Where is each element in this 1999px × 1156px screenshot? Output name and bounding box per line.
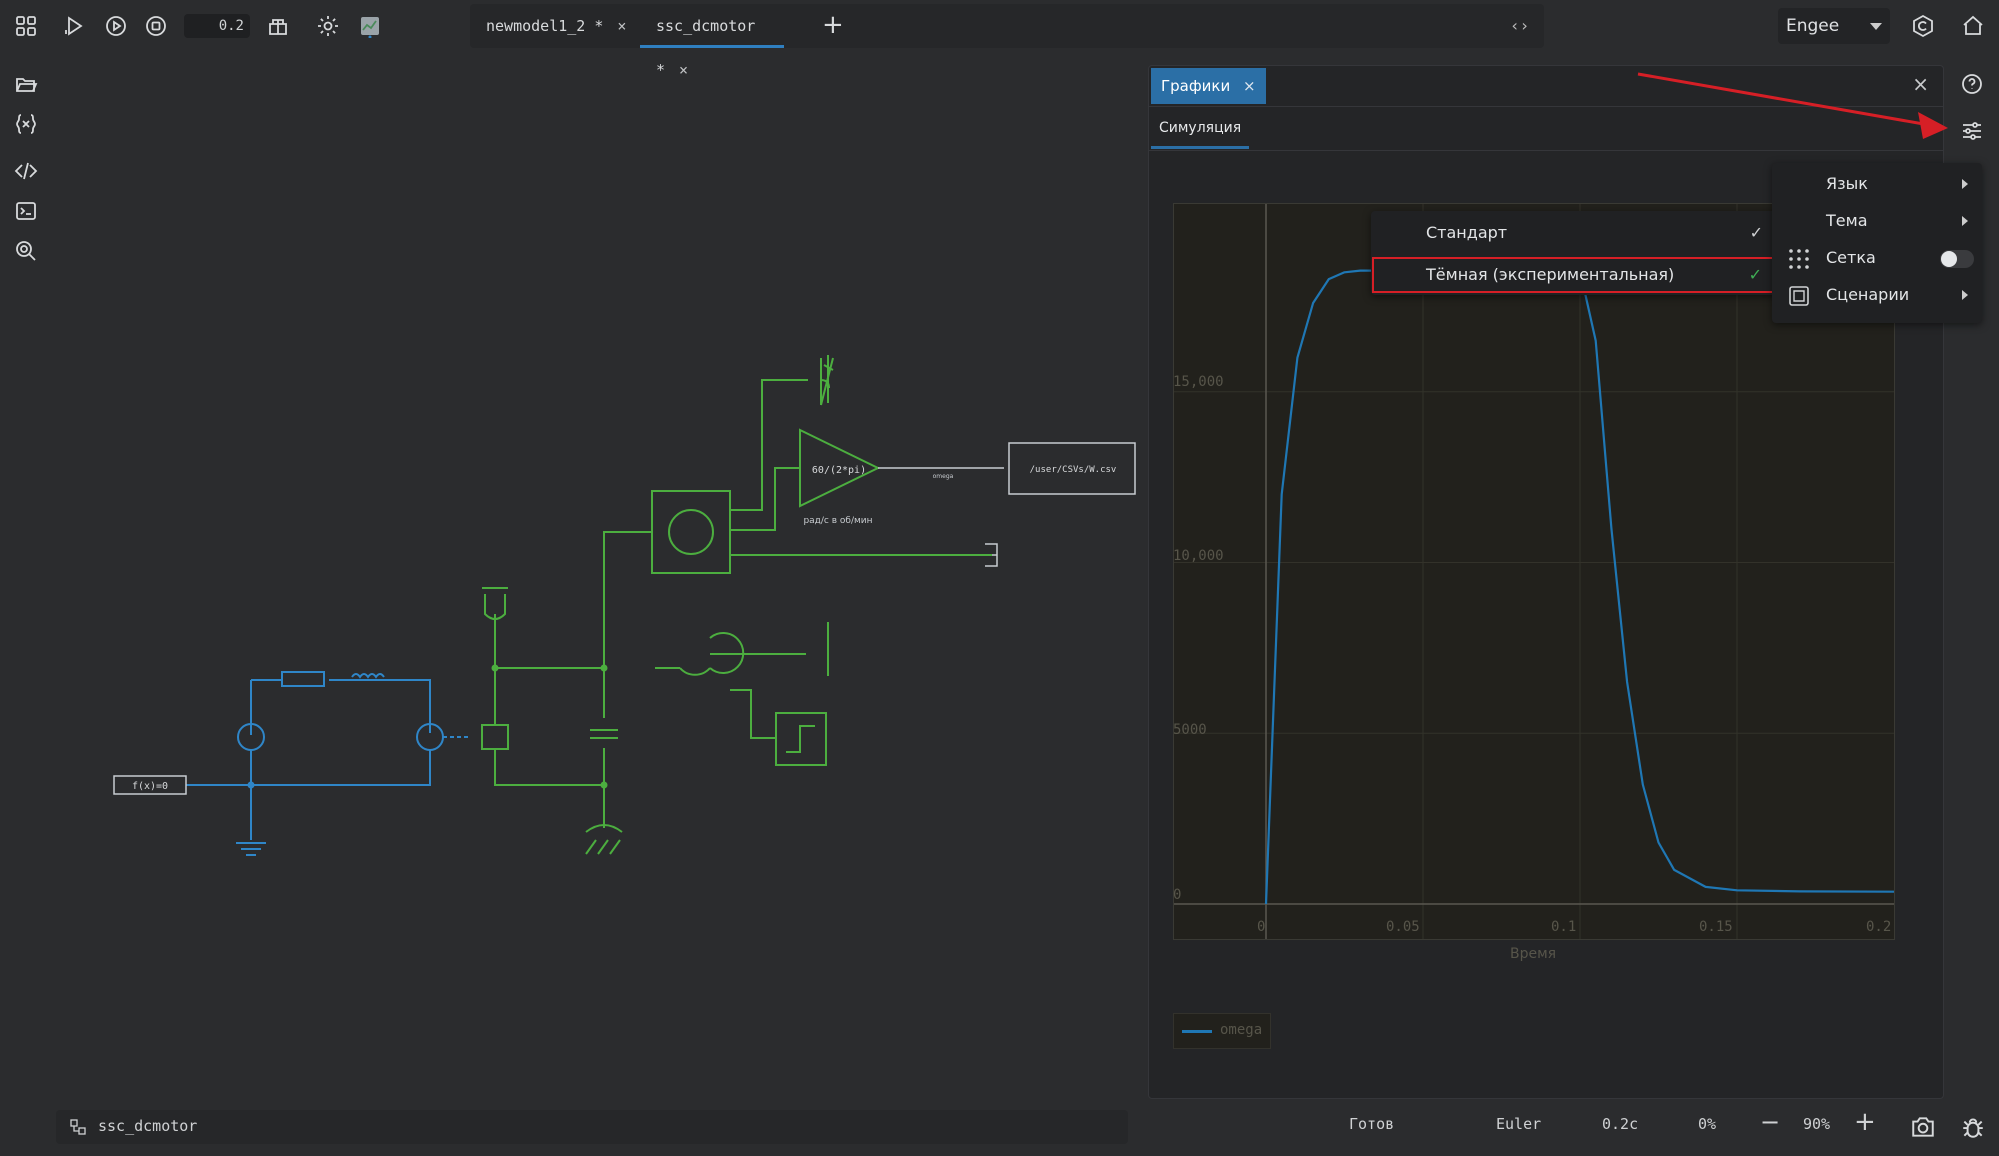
menu-item-label: Сетка bbox=[1826, 248, 1876, 267]
tab-simulation[interactable]: Симуляция bbox=[1151, 110, 1250, 149]
tab-ssc-dcmotor[interactable]: ssc_dcmotor * × bbox=[640, 4, 784, 79]
close-icon[interactable]: × bbox=[679, 61, 688, 79]
terminal-icon[interactable] bbox=[10, 195, 42, 227]
check-icon: ✓ bbox=[1748, 265, 1762, 284]
search-icon[interactable] bbox=[10, 235, 42, 267]
x-axis-label: Время bbox=[1510, 946, 1557, 962]
top-toolbar: 0.2 newmodel1_2 * × ssc_dcmotor * × + ‹› E… bbox=[0, 0, 1999, 79]
library-icon[interactable] bbox=[263, 11, 293, 41]
x-tick-label: 0.1 bbox=[1551, 919, 1577, 935]
grid-menu-icon[interactable] bbox=[11, 11, 41, 41]
model-status-box: ssc_dcmotor bbox=[56, 1110, 1128, 1144]
plot-settings-menu: Язык Тема Сетка Сценарии bbox=[1772, 163, 1982, 323]
menu-item-theme-standard[interactable]: Стандарт ✓ bbox=[1371, 215, 1777, 251]
zoom-in-button[interactable]: + bbox=[1854, 1107, 1876, 1137]
menu-item-theme-dark[interactable]: Тёмная (экспериментальная) ✓ bbox=[1372, 257, 1776, 293]
tab-newmodel1-2[interactable]: newmodel1_2 * × bbox=[470, 4, 632, 48]
electrical-circuit bbox=[186, 671, 470, 856]
chart-legend[interactable]: omega bbox=[1173, 1013, 1271, 1049]
y-tick-label: 5000 bbox=[1173, 722, 1207, 738]
csv-sink-label: /user/CSVs/W.csv bbox=[1030, 465, 1117, 475]
menu-item-label: Тёмная (экспериментальная) bbox=[1426, 265, 1675, 284]
plots-toggle-icon[interactable] bbox=[355, 11, 385, 41]
grid-toggle[interactable] bbox=[1940, 250, 1974, 268]
zoom-level: 90% bbox=[1803, 1115, 1831, 1133]
x-tick-label: 0 bbox=[1257, 919, 1266, 935]
tabs-scroll-icon[interactable]: ‹› bbox=[1510, 16, 1529, 35]
chevron-right-icon bbox=[1962, 179, 1968, 189]
x-tick-label: 0.2 bbox=[1866, 919, 1892, 935]
menu-item-label: Стандарт bbox=[1426, 223, 1508, 242]
open-folder-icon[interactable] bbox=[10, 68, 42, 100]
menu-item-label: Тема bbox=[1826, 211, 1868, 230]
menu-item-theme[interactable]: Тема bbox=[1772, 203, 1982, 239]
model-diagram-canvas[interactable]: f(x)=0 60/(2*pi) рад/с в об/мин omega /u… bbox=[100, 340, 1150, 880]
chevron-right-icon bbox=[1962, 216, 1968, 226]
function-block-label: f(x)=0 bbox=[132, 781, 168, 792]
model-icon bbox=[70, 1119, 86, 1135]
gain-note: рад/с в об/мин bbox=[803, 516, 872, 526]
menu-item-label: Сценарии bbox=[1826, 285, 1910, 304]
debug-bug-icon[interactable] bbox=[1960, 1114, 1986, 1140]
y-tick-label: 10,000 bbox=[1173, 548, 1224, 564]
camera-icon[interactable] bbox=[1910, 1114, 1936, 1140]
x-tick-label: 0.05 bbox=[1386, 919, 1420, 935]
close-icon[interactable]: × bbox=[617, 17, 626, 35]
solver-name: Euler bbox=[1496, 1115, 1542, 1133]
run-icon[interactable] bbox=[101, 11, 131, 41]
zoom-out-button[interactable]: − bbox=[1760, 1108, 1780, 1136]
legend-swatch bbox=[1182, 1030, 1212, 1033]
step-run-icon[interactable] bbox=[60, 11, 90, 41]
close-icon[interactable]: × bbox=[1243, 77, 1256, 95]
stop-icon[interactable] bbox=[141, 11, 171, 41]
theme-submenu: Стандарт ✓ Тёмная (экспериментальная) ✓ bbox=[1371, 211, 1777, 295]
menu-item-label: Язык bbox=[1826, 174, 1868, 193]
user-name: Engee bbox=[1786, 16, 1840, 36]
scenarios-icon bbox=[1789, 286, 1809, 306]
user-menu[interactable]: Engee bbox=[1778, 8, 1890, 44]
wire-junctions bbox=[247, 664, 608, 789]
x-tick-label: 0.15 bbox=[1699, 919, 1733, 935]
tab-plots[interactable]: Графики × bbox=[1151, 68, 1266, 104]
hexagon-c-icon[interactable] bbox=[1908, 11, 1938, 41]
sim-time: 0.2с bbox=[1602, 1115, 1639, 1133]
variables-icon[interactable] bbox=[10, 108, 42, 140]
annotation-arrow bbox=[1637, 72, 1948, 139]
check-icon: ✓ bbox=[1749, 223, 1763, 242]
code-editor-icon[interactable] bbox=[10, 155, 42, 187]
home-icon[interactable] bbox=[1958, 11, 1988, 41]
simulation-time-input[interactable]: 0.2 bbox=[184, 14, 250, 38]
menu-item-language[interactable]: Язык bbox=[1772, 166, 1982, 202]
chevron-down-icon bbox=[1870, 23, 1882, 30]
mechanical-circuit bbox=[481, 355, 992, 855]
chevron-right-icon bbox=[1962, 290, 1968, 300]
gain-block-label: 60/(2*pi) bbox=[812, 465, 866, 476]
y-tick-label: 15,000 bbox=[1173, 374, 1224, 390]
signal-label: omega bbox=[933, 473, 954, 480]
add-tab-button[interactable]: + bbox=[822, 10, 844, 40]
toggle-knob bbox=[1941, 251, 1957, 267]
menu-item-scenarios[interactable]: Сценарии bbox=[1772, 277, 1982, 313]
tab-label: newmodel1_2 * bbox=[486, 17, 604, 35]
sim-state: Готов bbox=[1349, 1115, 1395, 1133]
model-name: ssc_dcmotor bbox=[98, 1117, 198, 1135]
legend-label: omega bbox=[1220, 1022, 1263, 1038]
model-tabs: newmodel1_2 * × ssc_dcmotor * × + ‹› bbox=[470, 4, 1544, 79]
subtab-divider bbox=[1149, 150, 1943, 151]
settings-gear-icon[interactable] bbox=[313, 11, 343, 41]
tab-plots-label: Графики bbox=[1161, 77, 1231, 95]
grid-dots-icon bbox=[1789, 249, 1809, 269]
tab-label: ssc_dcmotor * bbox=[656, 17, 756, 79]
sim-progress: 0% bbox=[1698, 1115, 1717, 1133]
menu-item-grid[interactable]: Сетка bbox=[1772, 240, 1982, 276]
y-tick-label: 0 bbox=[1173, 887, 1182, 903]
